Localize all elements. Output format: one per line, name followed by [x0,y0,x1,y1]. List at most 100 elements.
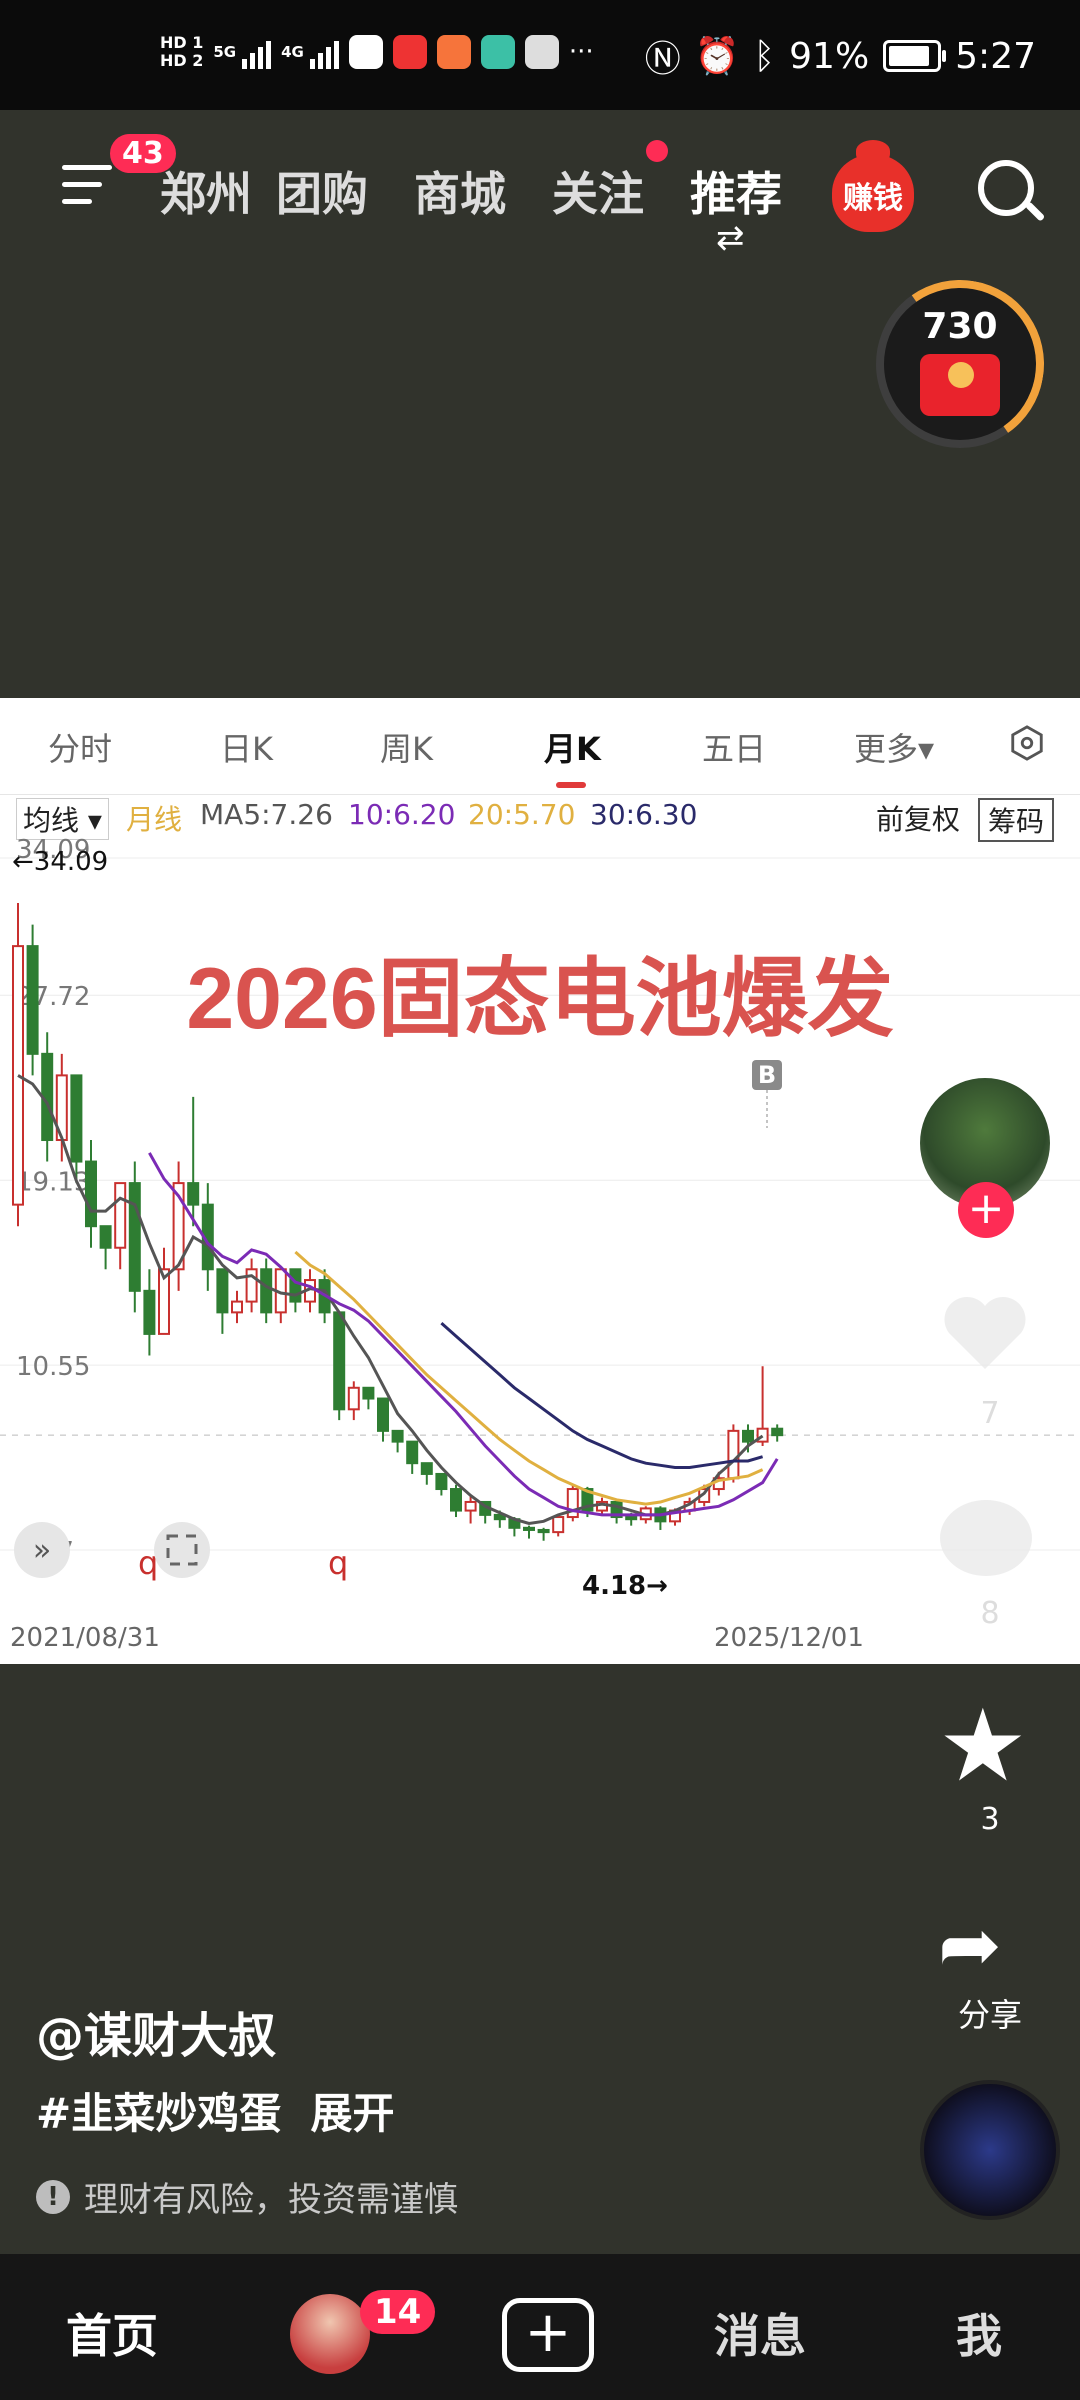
nav-me[interactable]: 我 [956,2300,1002,2366]
candle-body [435,1472,448,1491]
x-end-label: 2025/12/01 [714,1623,864,1653]
ma-select[interactable]: 均线 ▾ [16,798,109,840]
search-icon[interactable] [978,160,1034,216]
signal-icon [242,35,272,69]
hashtag-link[interactable]: #韭菜炒鸡蛋 [36,2089,281,2138]
favorite-star-icon[interactable]: ★ [938,1696,1028,1796]
nav-home[interactable]: 首页 [66,2300,158,2366]
candle-body [26,945,39,1055]
ma-line-ma5 [17,1074,764,1526]
like-count: 7 [980,1396,1000,1431]
nav-friends-avatar[interactable] [290,2294,370,2374]
ma30-value: 30:6.30 [590,798,698,831]
candle-body [537,1528,550,1534]
network-5g-label: 5G [213,43,237,61]
tab-city[interactable]: 郑州 [160,158,252,224]
network-4g-label: 4G [281,43,304,61]
earn-label: 赚钱 [843,181,903,216]
tab-mall[interactable]: 商城 [414,158,506,224]
following-dot-badge [646,140,668,162]
candle-body [391,1429,404,1443]
candle-body [187,1182,200,1206]
bluetooth-icon: ᛒ [753,35,776,77]
ma10-value: 10:6.20 [348,798,456,831]
ktab-week[interactable]: 周K [380,724,433,770]
q-marker-2: q [328,1544,348,1582]
map-app-icon [480,35,515,69]
sim1-label: HD 1 [160,33,204,52]
candle-body [523,1526,535,1531]
like-heart-icon[interactable] [940,1288,1030,1378]
share-arrow-icon[interactable]: ➦ [938,1900,1002,1989]
high-label: ←34.09 [12,847,108,877]
candle-body [727,1429,740,1480]
candle-body [216,1268,229,1314]
risk-notice: ! 理财有风险，投资需谨慎 [36,2172,458,2221]
candle-body [420,1462,433,1475]
author-name[interactable]: @谋财大叔 [36,1996,276,2066]
battery-icon [883,40,947,72]
ma5-value: MA5:7.26 [200,798,333,831]
status-bar: HD 1 HD 2 5G 4G ··· Ⓝ ⏰ ᛒ 91% 5:27 [0,0,1080,110]
tab-recommend[interactable]: 推荐 [690,158,782,224]
candle-body [552,1516,565,1534]
ktab-five-day[interactable]: 五日 [702,724,766,770]
music-disc-icon[interactable] [920,2080,1060,2220]
menu-icon[interactable] [62,165,112,215]
ktab-more[interactable]: 更多▾ [854,724,934,770]
red-packet-icon [920,354,1000,416]
share-label[interactable]: 分享 [920,1990,1060,2036]
ma20-value: 20:5.70 [468,798,576,831]
candle-body [231,1300,243,1314]
candle-body [406,1440,419,1465]
candle-body [260,1268,273,1314]
ktab-day[interactable]: 日K [220,724,273,770]
fullscreen-icon[interactable] [154,1522,210,1578]
x-start-label: 2021/08/31 [10,1623,160,1653]
nav-messages[interactable]: 消息 [714,2300,806,2366]
candle-body [625,1516,638,1521]
candle-body [143,1289,156,1335]
red-packet-coin-widget[interactable]: 730 [862,266,1058,462]
ktab-intraday[interactable]: 分时 [48,724,112,770]
y-tick-label: 10.55 [16,1352,90,1382]
switch-icon[interactable]: ⇄ [716,218,745,258]
y-tick-label: 19.13 [16,1167,90,1197]
kline-tabs: 分时 日K 周K 月K 五日 更多▾ [0,698,1080,795]
tab-following[interactable]: 关注 [552,158,644,224]
friends-badge: 14 [360,2290,436,2334]
ma-period-label: 月线 [126,803,183,836]
coin-count: 730 [922,306,998,347]
low-label: 4.18→ [582,1571,668,1601]
candle-body [245,1268,258,1303]
more-notifications-icon: ··· [568,37,594,67]
chouma-button[interactable]: 筹码 [978,798,1055,842]
ktab-month[interactable]: 月K [544,724,601,770]
candle-body [450,1488,462,1512]
tab-group-buy[interactable]: 团购 [276,158,368,224]
candle-body [12,945,24,1206]
fq-label[interactable]: 前复权 [876,798,960,838]
candle-body [377,1397,389,1432]
settings-hex-icon[interactable] [1008,724,1046,762]
expand-link[interactable]: 展开 [310,2089,394,2138]
candle-body [771,1427,784,1437]
warning-icon: ! [36,2179,70,2214]
huawei-app-icon [392,35,427,69]
earn-money-button[interactable]: 赚钱 [832,140,914,232]
candle-body [70,1074,83,1163]
post-button[interactable]: + [502,2298,594,2372]
comment-icon[interactable] [940,1500,1032,1576]
active-tab-underline [556,782,586,788]
battery-percent: 91% [789,35,870,77]
candle-body [85,1160,97,1228]
candle-body [464,1500,477,1512]
candle-body [128,1182,141,1292]
follow-plus-button[interactable]: + [958,1182,1014,1238]
nfc-icon: Ⓝ [644,39,681,80]
video-chart-screenshot[interactable]: 分时 日K 周K 月K 五日 更多▾ 均线 ▾ 月线 MA5:7.26 10:6… [0,698,1080,1664]
clock: 5:27 [955,35,1036,77]
wechat-app-icon [524,35,559,69]
chart-overlay-title: 2026固态电池爆发 [186,951,893,1047]
ma-row: 均线 ▾ 月线 MA5:7.26 10:6.20 20:5.70 30:6.30… [0,794,1080,842]
